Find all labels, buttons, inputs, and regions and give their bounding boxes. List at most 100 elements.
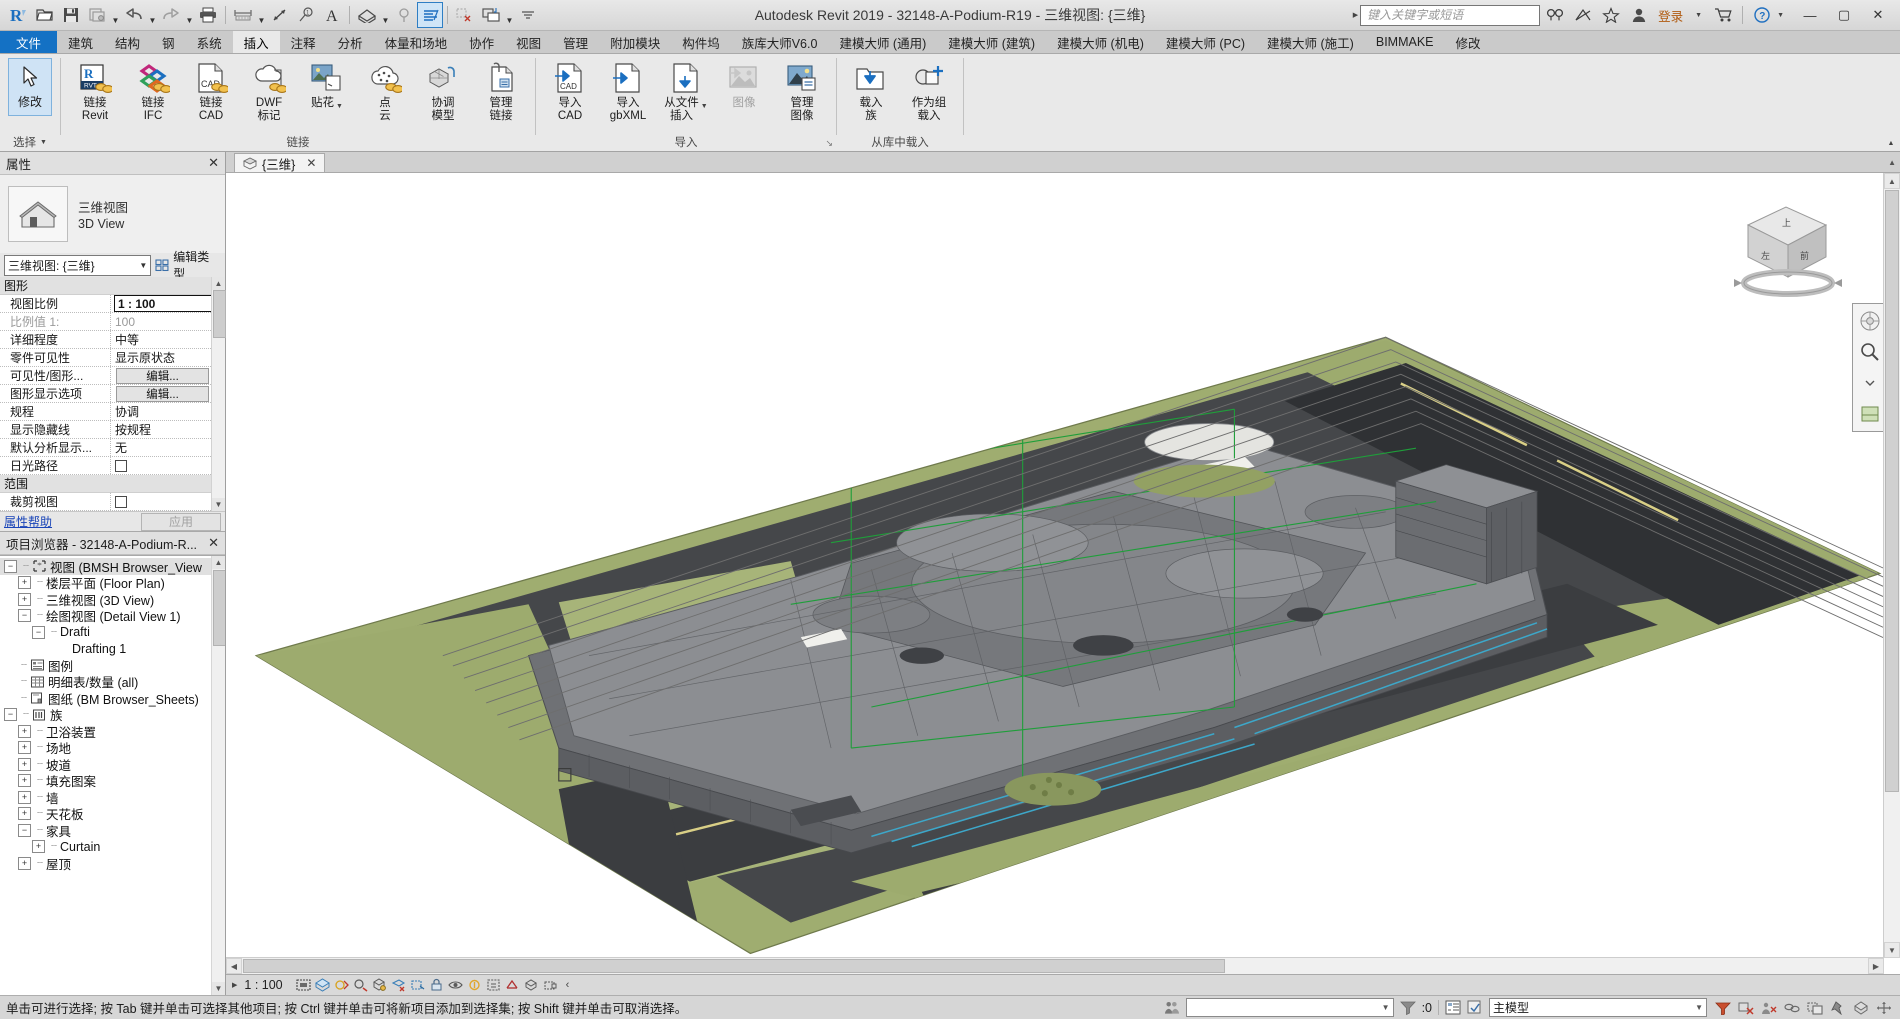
view-control-expand-icon[interactable]: ▶: [232, 981, 237, 989]
browser-tree-node[interactable]: + ┄ 屋顶: [0, 855, 225, 872]
ribbon-tab-14[interactable]: 族库大师V6.0: [731, 31, 829, 53]
workset-combo[interactable]: ▼: [1185, 998, 1394, 1017]
visual-style-icon[interactable]: [315, 977, 331, 993]
signin-button[interactable]: 登录: [1654, 6, 1687, 25]
ribbon-collapse-icon[interactable]: ▲: [1888, 140, 1895, 147]
lock-3d-view-icon[interactable]: [429, 977, 445, 993]
import-gbxml-button[interactable]: 导入 gbXML: [599, 58, 657, 123]
browser-scroll-down-icon[interactable]: ▼: [212, 982, 225, 995]
browser-tree-node[interactable]: + ┄ 天花板: [0, 806, 225, 822]
ribbon-tab-2[interactable]: 结构: [104, 31, 151, 53]
default-3d-view-icon[interactable]: [354, 2, 380, 28]
browser-scrollbar[interactable]: ▲ ▼: [211, 556, 225, 995]
undo-icon[interactable]: [121, 2, 147, 28]
canvas-scroll-right-icon[interactable]: ▶: [1868, 958, 1884, 974]
view-control-more-icon[interactable]: ‹: [562, 979, 570, 991]
expand-icon[interactable]: +: [18, 741, 31, 755]
browser-tree-node[interactable]: Drafting 1: [0, 641, 225, 658]
ribbon-tab-15[interactable]: 建模大师 (通用): [828, 31, 937, 53]
text-icon[interactable]: A: [319, 2, 345, 28]
import-panel-expand-icon[interactable]: ↘: [825, 138, 833, 149]
property-row[interactable]: 显示隐藏线 按规程: [0, 421, 225, 439]
property-row[interactable]: 默认分析显示... 无: [0, 439, 225, 457]
shadows-icon[interactable]: [353, 977, 369, 993]
ribbon-tab-7[interactable]: 分析: [327, 31, 374, 53]
switch-windows-icon[interactable]: [478, 2, 504, 28]
chevron-down-icon[interactable]: ▼: [699, 95, 708, 110]
browser-tree-node[interactable]: ┄ 图纸 (BM Browser_Sheets): [0, 690, 225, 707]
crop-region-icon[interactable]: [391, 977, 407, 993]
redo-icon[interactable]: [158, 2, 184, 28]
chevron-down-icon[interactable]: ▼: [136, 261, 147, 270]
properties-scroll-up-icon[interactable]: ▲: [212, 277, 225, 290]
select-links-icon[interactable]: [1784, 1000, 1800, 1016]
ribbon-tab-11[interactable]: 管理: [552, 31, 599, 53]
apply-button[interactable]: 应用: [141, 512, 221, 531]
select-underlay-icon[interactable]: [1807, 1000, 1823, 1016]
tag-icon[interactable]: 1: [293, 2, 319, 28]
property-value[interactable]: [111, 493, 225, 510]
link-ifc-button[interactable]: 链接 IFC: [124, 58, 182, 123]
properties-close-icon[interactable]: ✕: [208, 155, 219, 171]
property-value[interactable]: 1 : 100: [114, 295, 222, 312]
ribbon-tab-17[interactable]: 建模大师 (机电): [1046, 31, 1155, 53]
shopping-cart-icon[interactable]: [1710, 2, 1736, 28]
properties-scrollbar[interactable]: ▲ ▼: [211, 277, 226, 511]
expand-icon[interactable]: +: [18, 856, 31, 870]
property-row[interactable]: 详细程度 中等: [0, 331, 225, 349]
canvas-h-scroll-thumb[interactable]: [243, 959, 1225, 973]
minimize-button[interactable]: —: [1794, 1, 1826, 29]
browser-tree-node[interactable]: + ┄ Curtain: [0, 839, 225, 856]
manage-images-button[interactable]: 管理 图像: [773, 58, 831, 123]
user-account-icon[interactable]: [1626, 2, 1652, 28]
exclude-options-icon[interactable]: [1738, 1000, 1754, 1016]
coordination-model-button[interactable]: 协调 模型: [414, 58, 472, 123]
chevron-down-icon[interactable]: ▼: [40, 139, 47, 146]
link-cad-button[interactable]: CAD 链接 CAD: [182, 58, 240, 123]
ribbon-tab-5[interactable]: 插入: [232, 31, 280, 53]
browser-scroll-thumb[interactable]: [213, 570, 225, 646]
property-value[interactable]: 中等: [111, 331, 225, 348]
undo-dropdown-caret[interactable]: ▼: [147, 0, 158, 31]
help-caret[interactable]: ▼: [1777, 12, 1792, 19]
save-icon[interactable]: [58, 2, 84, 28]
browser-tree-node[interactable]: + ┄ 场地: [0, 740, 225, 756]
search-icon[interactable]: [1542, 2, 1568, 28]
canvas-scroll-up-icon[interactable]: ▲: [1884, 173, 1900, 189]
thin-lines-icon[interactable]: [417, 2, 443, 28]
autodesk-360-icon[interactable]: [1570, 2, 1596, 28]
temporary-hide-isolate-icon[interactable]: [448, 977, 464, 993]
sun-path-icon[interactable]: [334, 977, 350, 993]
browser-scroll-up-icon[interactable]: ▲: [212, 556, 225, 569]
chevron-down-icon[interactable]: ▼: [1695, 1003, 1703, 1012]
collapse-icon[interactable]: −: [18, 609, 31, 623]
ribbon-tab-10[interactable]: 视图: [505, 31, 552, 53]
decal-button[interactable]: 贴花 ▼: [298, 58, 356, 110]
favorites-star-icon[interactable]: [1598, 2, 1624, 28]
property-row[interactable]: 裁剪视图: [0, 493, 225, 511]
zoom-dropdown-caret[interactable]: [1857, 370, 1883, 396]
search-field[interactable]: [1365, 7, 1536, 23]
expand-icon[interactable]: +: [18, 807, 31, 821]
project-browser-close-icon[interactable]: ✕: [208, 535, 219, 551]
active-design-option-icon[interactable]: [1467, 1000, 1483, 1016]
modify-button[interactable]: 修改: [6, 58, 54, 116]
property-value[interactable]: 显示原状态: [111, 349, 225, 366]
property-value[interactable]: 按规程: [111, 421, 225, 438]
expand-icon[interactable]: +: [18, 724, 31, 738]
property-row[interactable]: 可见性/图形... 编辑...: [0, 367, 225, 385]
expand-icon[interactable]: +: [18, 774, 31, 788]
property-row[interactable]: 图形显示选项 编辑...: [0, 385, 225, 403]
customize-qat-icon[interactable]: [515, 2, 541, 28]
orbit-icon[interactable]: [1857, 401, 1883, 427]
browser-tree-node[interactable]: ┄ 明细表/数量 (all): [0, 674, 225, 690]
design-options-icon[interactable]: [1445, 1000, 1461, 1016]
property-row[interactable]: 比例值 1: 100: [0, 313, 225, 331]
3d-model-canvas[interactable]: 上 左 前 ▲ ▼ ◀ ▶: [226, 173, 1900, 974]
collapse-icon[interactable]: −: [32, 625, 45, 639]
point-cloud-button[interactable]: 点云: [356, 58, 414, 123]
ribbon-tab-19[interactable]: 建模大师 (施工): [1256, 31, 1365, 53]
ribbon-tab-6[interactable]: 注释: [280, 31, 327, 53]
chevron-down-icon[interactable]: ▼: [1382, 1003, 1390, 1012]
reveal-hidden-icon[interactable]: [467, 977, 483, 993]
